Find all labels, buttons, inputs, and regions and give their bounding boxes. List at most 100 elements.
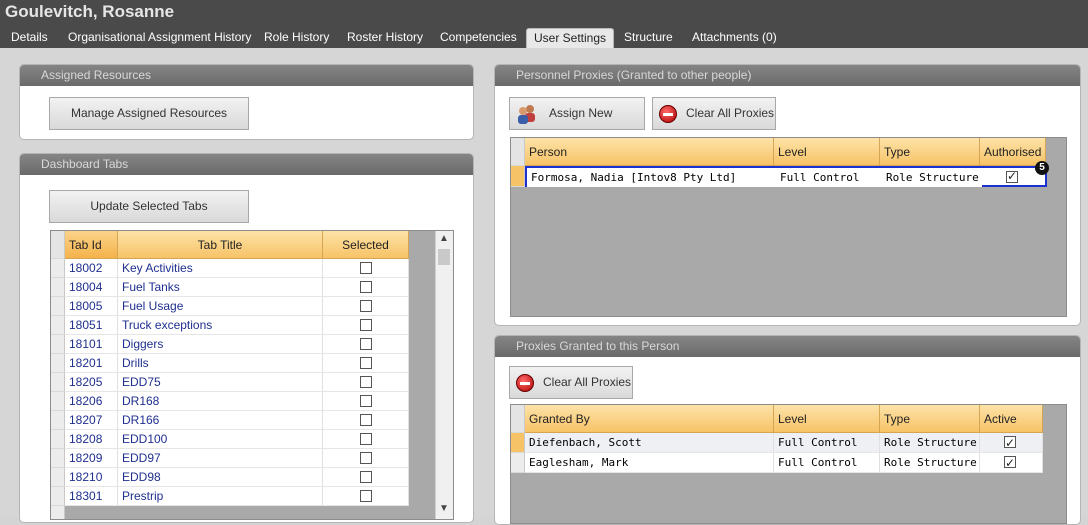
clear-all-proxies-button[interactable]: Clear All Proxies — [652, 97, 776, 130]
tab-id-cell[interactable]: 18301 — [65, 487, 118, 506]
tab-title-cell[interactable]: EDD100 — [118, 430, 323, 449]
granted-level[interactable]: Full Control — [774, 453, 880, 473]
column-header-level[interactable]: Level — [774, 405, 880, 433]
row-selector[interactable] — [51, 335, 65, 354]
row-selector[interactable] — [511, 433, 525, 453]
tab-id-cell[interactable]: 18209 — [65, 449, 118, 468]
tab-organisational-assignment-history[interactable]: Organisational Assignment History — [68, 28, 251, 48]
selected-checkbox[interactable] — [360, 414, 372, 426]
row-selector[interactable] — [51, 316, 65, 335]
row-selector[interactable] — [51, 297, 65, 316]
selected-checkbox[interactable] — [360, 395, 372, 407]
tab-title-cell[interactable]: Truck exceptions — [118, 316, 323, 335]
column-header-active[interactable]: Active — [980, 405, 1043, 433]
granted-by[interactable]: Eaglesham, Mark — [525, 453, 774, 473]
tab-title-cell[interactable]: Fuel Tanks — [118, 278, 323, 297]
selected-cell[interactable] — [323, 335, 409, 354]
selected-checkbox[interactable] — [360, 281, 372, 293]
row-selector[interactable] — [51, 430, 65, 449]
selected-checkbox[interactable] — [360, 262, 372, 274]
update-selected-tabs-button[interactable]: Update Selected Tabs — [49, 190, 249, 223]
tab-id-cell[interactable]: 18206 — [65, 392, 118, 411]
tab-title-cell[interactable]: EDD97 — [118, 449, 323, 468]
tab-details[interactable]: Details — [11, 28, 48, 48]
tab-user-settings[interactable]: User Settings — [526, 28, 615, 50]
tab-id-cell[interactable]: 18002 — [65, 259, 118, 278]
row-selector[interactable] — [51, 411, 65, 430]
row-selector[interactable] — [51, 449, 65, 468]
tab-id-cell[interactable]: 18208 — [65, 430, 118, 449]
active-cell[interactable] — [980, 453, 1043, 473]
selected-checkbox[interactable] — [360, 433, 372, 445]
selected-cell[interactable] — [323, 392, 409, 411]
scroll-up-icon[interactable]: ▲ — [436, 233, 452, 244]
selected-checkbox[interactable] — [360, 452, 372, 464]
tab-id-cell[interactable]: 18207 — [65, 411, 118, 430]
column-header-granted-by[interactable]: Granted By — [525, 405, 774, 433]
scroll-thumb[interactable] — [438, 249, 450, 265]
row-selector[interactable] — [51, 373, 65, 392]
selected-checkbox[interactable] — [360, 376, 372, 388]
tab-title-cell[interactable]: DR166 — [118, 411, 323, 430]
selected-cell[interactable] — [323, 316, 409, 335]
active-checkbox[interactable] — [1004, 434, 1016, 452]
tab-title-cell[interactable]: Drills — [118, 354, 323, 373]
row-selector[interactable] — [51, 278, 65, 297]
row-selector[interactable] — [511, 166, 525, 187]
assign-new-proxy-button[interactable]: Assign New Proxy — [509, 97, 645, 151]
column-header-tab-title[interactable]: Tab Title — [118, 231, 323, 259]
tab-role-history[interactable]: Role History — [264, 28, 329, 48]
active-checkbox[interactable] — [1004, 454, 1016, 472]
table-row[interactable]: Formosa, Nadia [Intov8 Pty Ltd] Full Con… — [525, 166, 1047, 187]
row-selector[interactable] — [51, 392, 65, 411]
tab-title-cell[interactable]: DR168 — [118, 392, 323, 411]
selected-cell[interactable] — [323, 278, 409, 297]
active-cell[interactable] — [980, 433, 1043, 453]
granted-by[interactable]: Diefenbach, Scott — [525, 433, 774, 453]
selected-cell[interactable] — [323, 449, 409, 468]
tab-structure[interactable]: Structure — [624, 28, 673, 48]
column-header-person[interactable]: Person — [525, 138, 774, 166]
column-header-type[interactable]: Type — [880, 138, 980, 166]
column-header-selected[interactable]: Selected — [323, 231, 409, 259]
tab-id-cell[interactable]: 18051 — [65, 316, 118, 335]
tab-roster-history[interactable]: Roster History — [347, 28, 423, 48]
clear-all-granted-proxies-button[interactable]: Clear All Proxies — [509, 366, 633, 399]
granted-type[interactable]: Role Structure — [880, 433, 980, 453]
selected-checkbox[interactable] — [360, 490, 372, 502]
column-header-level[interactable]: Level — [774, 138, 880, 166]
selected-cell[interactable] — [323, 487, 409, 506]
tab-title-cell[interactable]: Diggers — [118, 335, 323, 354]
tab-title-cell[interactable]: Prestrip — [118, 487, 323, 506]
tab-id-cell[interactable]: 18004 — [65, 278, 118, 297]
tab-id-cell[interactable]: 18005 — [65, 297, 118, 316]
column-header-tab-id[interactable]: Tab Id — [65, 231, 118, 259]
tab-id-cell[interactable]: 18205 — [65, 373, 118, 392]
selected-cell[interactable] — [323, 297, 409, 316]
selected-checkbox[interactable] — [360, 319, 372, 331]
selected-cell[interactable] — [323, 354, 409, 373]
tab-id-cell[interactable]: 18210 — [65, 468, 118, 487]
tab-title-cell[interactable]: EDD75 — [118, 373, 323, 392]
column-header-authorised[interactable]: Authorised — [980, 138, 1046, 166]
dashboard-tabs-scrollbar[interactable]: ▲ ▼ — [435, 231, 453, 519]
tab-attachments[interactable]: Attachments (0) — [692, 28, 777, 48]
tab-id-cell[interactable]: 18101 — [65, 335, 118, 354]
row-selector[interactable] — [51, 259, 65, 278]
selected-cell[interactable] — [323, 430, 409, 449]
column-header-type[interactable]: Type — [880, 405, 980, 433]
selected-checkbox[interactable] — [360, 357, 372, 369]
selected-cell[interactable] — [323, 411, 409, 430]
tab-title-cell[interactable]: Fuel Usage — [118, 297, 323, 316]
granted-type[interactable]: Role Structure — [880, 453, 980, 473]
granted-level[interactable]: Full Control — [774, 433, 880, 453]
row-selector[interactable] — [51, 506, 65, 519]
row-selector[interactable] — [51, 487, 65, 506]
selected-checkbox[interactable] — [360, 300, 372, 312]
tab-competencies[interactable]: Competencies — [440, 28, 517, 48]
tab-id-cell[interactable]: 18201 — [65, 354, 118, 373]
row-selector[interactable] — [51, 354, 65, 373]
tab-title-cell[interactable]: Key Activities — [118, 259, 323, 278]
manage-assigned-resources-button[interactable]: Manage Assigned Resources — [49, 97, 249, 130]
selected-cell[interactable] — [323, 373, 409, 392]
